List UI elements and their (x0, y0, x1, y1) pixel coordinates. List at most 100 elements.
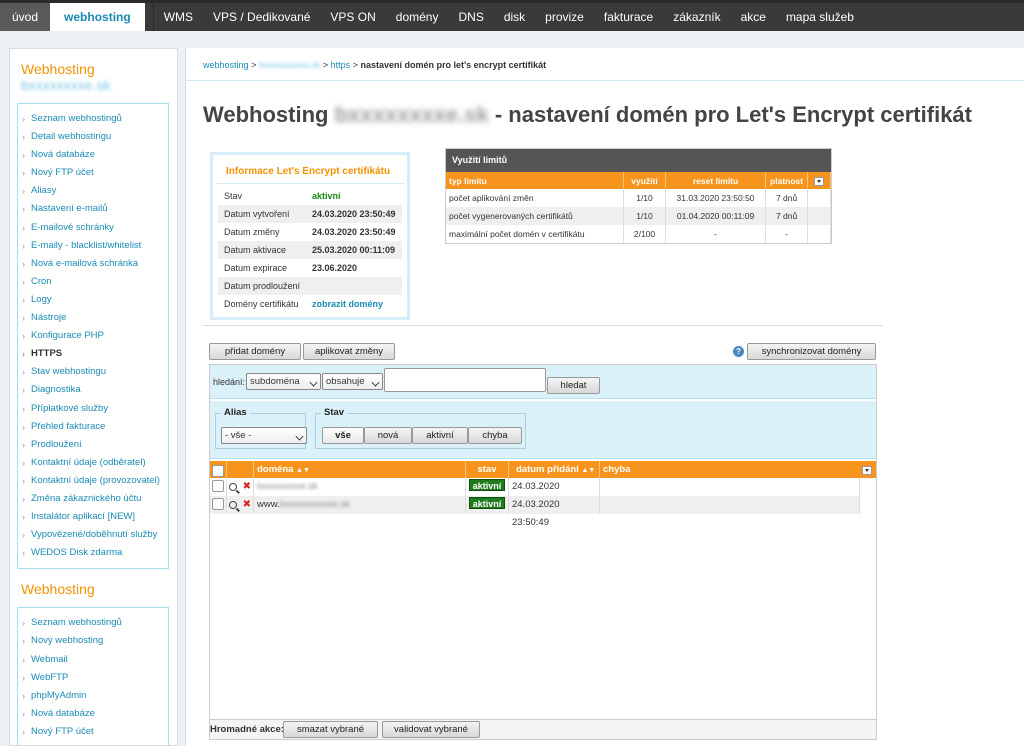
search-operator-select[interactable]: obsahuje (322, 373, 383, 390)
info-key: Datum prodloužení (218, 277, 306, 295)
filter-bar: Alias - vše - Stav vše nová aktivní chyb… (210, 401, 876, 459)
sidebar-item[interactable]: WEDOS Disk zdarma (18, 544, 168, 562)
breadcrumb-https[interactable]: https (331, 60, 351, 70)
apply-changes-button[interactable]: aplikovat změny (303, 343, 395, 360)
info-key: Domény certifikátu (224, 299, 299, 309)
sync-domains-button[interactable]: synchronizovat domény (747, 343, 876, 360)
nav-vps-dedikovane[interactable]: VPS / Dedikované (203, 3, 320, 31)
sidebar-item[interactable]: phpMyAdmin (18, 687, 168, 705)
delete-selected-button[interactable]: smazat vybrané (283, 721, 378, 738)
sidebar-item[interactable]: Seznam webhostingů (18, 110, 168, 128)
sidebar-item[interactable]: Kontaktní údaje (odběratel) (18, 454, 168, 472)
header-error[interactable]: chyba (600, 461, 860, 478)
validate-selected-button[interactable]: validovat vybrané (382, 721, 480, 738)
nav-zakaznik[interactable]: zákazník (663, 3, 730, 31)
main-content: webhosting > bxxxxxxxxxx.sk > https > na… (185, 48, 1024, 746)
info-key: Datum expirace (224, 263, 288, 273)
row-domain-text: bxxxxxxxxe.sk (257, 481, 318, 492)
sidebar-item[interactable]: Přehled fakturace (18, 418, 168, 436)
sidebar-item[interactable]: Konfigurace PHP (18, 327, 168, 345)
row-error (600, 478, 860, 496)
breadcrumb-webhosting[interactable]: webhosting (203, 60, 249, 70)
nav-uvod[interactable]: úvod (0, 3, 51, 31)
show-domains-link[interactable]: zobrazit domény (306, 295, 402, 313)
sidebar-item[interactable]: Nová databáze (18, 146, 168, 164)
header-domain-label: doména (257, 464, 294, 475)
sidebar-item[interactable]: Instalátor aplikací [NEW] (18, 508, 168, 526)
sidebar-item[interactable]: Změna zákaznického účtu (18, 490, 168, 508)
sidebar-item[interactable]: Prodloužení (18, 436, 168, 454)
magnifier-icon[interactable] (229, 483, 237, 491)
search-field-select[interactable]: subdoména (246, 373, 321, 390)
select-all-checkbox[interactable] (210, 461, 227, 478)
breadcrumb-domain[interactable]: bxxxxxxxxxx.sk (259, 60, 321, 70)
sidebar-item[interactable]: Nastavení e-mailů (18, 200, 168, 218)
sidebar-item[interactable]: Kontaktní údaje (provozovatel) (18, 472, 168, 490)
nav-dns[interactable]: DNS (448, 3, 493, 31)
sidebar-item[interactable]: Nová databáze (18, 705, 168, 723)
sidebar-item[interactable]: Nový FTP účet (18, 723, 168, 741)
nav-fakturace[interactable]: fakturace (594, 3, 663, 31)
sidebar-item[interactable]: Nový FTP účet (18, 164, 168, 182)
sidebar-item[interactable]: Seznam webhostingů (18, 614, 168, 632)
nav-akce[interactable]: akce (731, 3, 776, 31)
sidebar-item[interactable]: Detail webhostingu (18, 128, 168, 146)
header-state[interactable]: stav (466, 461, 509, 478)
alias-filter-label: Alias (221, 407, 250, 418)
nav-wms[interactable]: WMS (152, 3, 203, 31)
row-checkbox[interactable] (210, 478, 227, 496)
header-domain[interactable]: doména ▲▼ (254, 461, 466, 478)
sort-icon: ▲▼ (581, 467, 596, 474)
sidebar-title-text: Webhosting (21, 61, 95, 77)
limits-column-menu[interactable] (807, 172, 832, 189)
domains-panel: hledání: subdoména obsahuje hledat Alias… (209, 364, 877, 740)
sidebar-item[interactable]: Logy (18, 291, 168, 309)
sidebar-item[interactable]: E-maily - blacklist/whitelist (18, 237, 168, 255)
help-icon[interactable]: ? (733, 346, 744, 357)
limits-cell: 1/10 (623, 207, 666, 225)
search-bar: hledání: subdoména obsahuje hledat (210, 365, 876, 399)
nav-vps-on[interactable]: VPS ON (320, 3, 385, 31)
sidebar-item[interactable]: Nová e-mailová schránka (18, 255, 168, 273)
delete-icon[interactable]: ✖ (243, 499, 251, 510)
search-label: hledání: (213, 377, 246, 387)
sidebar-item[interactable]: Vypovězené/doběhnutí služby (18, 526, 168, 544)
sidebar-item[interactable]: Stav webhostingu (18, 363, 168, 381)
alias-select[interactable]: - vše - (221, 427, 307, 444)
state-filter-error[interactable]: chyba (468, 427, 522, 444)
row-checkbox[interactable] (210, 496, 227, 514)
nav-webhosting[interactable]: webhosting (50, 3, 145, 31)
info-value-status: aktivní (311, 191, 341, 201)
sidebar-item-https[interactable]: HTTPS (18, 345, 168, 363)
nav-domeny[interactable]: domény (386, 3, 449, 31)
sidebar-item[interactable]: Diagnostika (18, 381, 168, 399)
magnifier-icon[interactable] (229, 501, 237, 509)
info-row: Stav aktivní (218, 187, 402, 205)
sidebar-item[interactable]: Nástroje (18, 309, 168, 327)
sidebar-item[interactable]: Aliasy (18, 182, 168, 200)
sidebar-item[interactable]: Nový webhosting (18, 632, 168, 650)
nav-disk[interactable]: disk (494, 3, 535, 31)
sidebar-item[interactable]: WebFTP (18, 669, 168, 687)
delete-icon[interactable]: ✖ (243, 481, 251, 492)
sidebar-item[interactable]: Webmail (18, 651, 168, 669)
info-key: Datum aktivace (218, 241, 306, 259)
column-menu-icon (813, 176, 824, 186)
nav-mapa-sluzeb[interactable]: mapa služeb (776, 3, 864, 31)
sidebar-item[interactable]: Příplatkové služby (18, 400, 168, 418)
info-row: Datum změny 24.03.2020 23:50:49 (218, 223, 402, 241)
search-button[interactable]: hledat (547, 377, 600, 394)
row-actions: ✖ (227, 496, 254, 514)
header-date[interactable]: datum přidání ▲▼ (509, 461, 600, 478)
state-filter-active[interactable]: aktivní (412, 427, 468, 444)
add-domains-button[interactable]: přidat domény (209, 343, 301, 360)
state-filter-all[interactable]: vše (322, 427, 364, 444)
state-filter-new[interactable]: nová (364, 427, 412, 444)
sidebar-item[interactable]: Cron (18, 273, 168, 291)
sidebar-item[interactable]: E-mailové schránky (18, 219, 168, 237)
nav-provize[interactable]: provize (535, 3, 594, 31)
search-input[interactable] (384, 368, 546, 392)
status-badge: aktivní (468, 497, 506, 509)
limits-cell-empty (807, 189, 832, 207)
results-column-menu[interactable] (862, 461, 874, 478)
